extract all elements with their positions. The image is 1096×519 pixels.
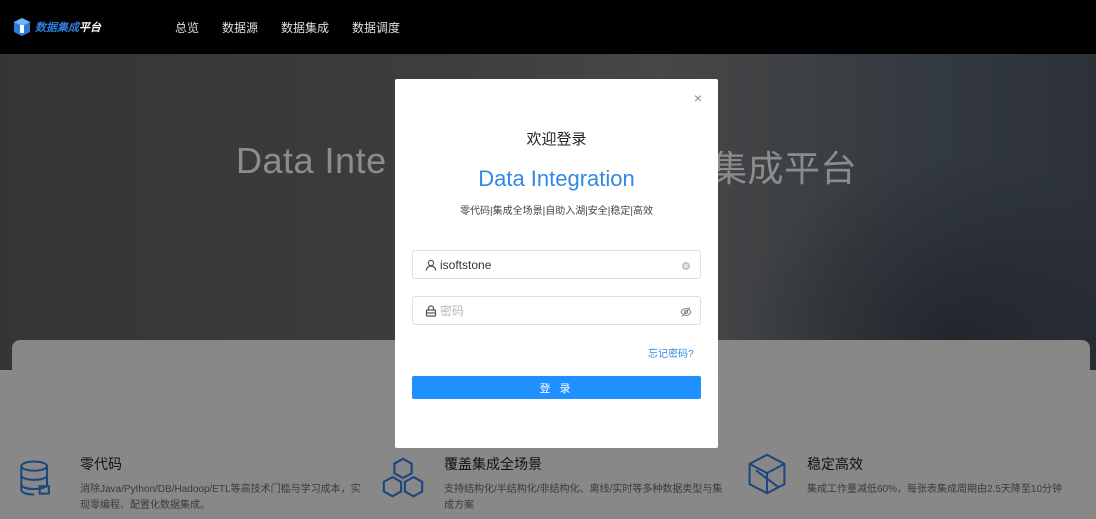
nav-integration[interactable]: 数据集成 (281, 19, 329, 36)
modal-title: 欢迎登录 (526, 131, 587, 148)
modal-brand: Data Integration (478, 166, 635, 191)
lock-icon (413, 297, 437, 324)
forgot-password-link[interactable]: 忘记密码? (648, 345, 694, 360)
nav-scheduling[interactable]: 数据调度 (352, 19, 400, 36)
top-navbar: 数据集成平台 总览 数据源 数据集成 数据调度 (0, 0, 1096, 54)
clear-icon[interactable] (680, 259, 692, 271)
nav-links: 总览 数据源 数据集成 数据调度 (175, 0, 423, 54)
login-button[interactable]: 登 录 (412, 376, 701, 399)
login-modal: × 欢迎登录 Data Integration 零代码|集成全场景|自助入湖|安… (395, 79, 718, 448)
brand-logo-icon (14, 18, 30, 36)
password-field (412, 296, 701, 325)
nav-datasource[interactable]: 数据源 (222, 19, 258, 36)
nav-overview[interactable]: 总览 (175, 19, 199, 36)
brand-name: 数据集成平台 (35, 22, 101, 34)
close-icon[interactable]: × (691, 91, 705, 105)
modal-tagline: 零代码|集成全场景|自助入湖|安全|稳定|高效 (460, 206, 653, 217)
brand[interactable]: 数据集成平台 (12, 17, 101, 37)
password-input[interactable] (440, 298, 675, 323)
username-field (412, 250, 701, 279)
user-icon (413, 251, 437, 278)
eye-off-icon[interactable] (680, 305, 692, 317)
username-input[interactable] (440, 252, 675, 277)
